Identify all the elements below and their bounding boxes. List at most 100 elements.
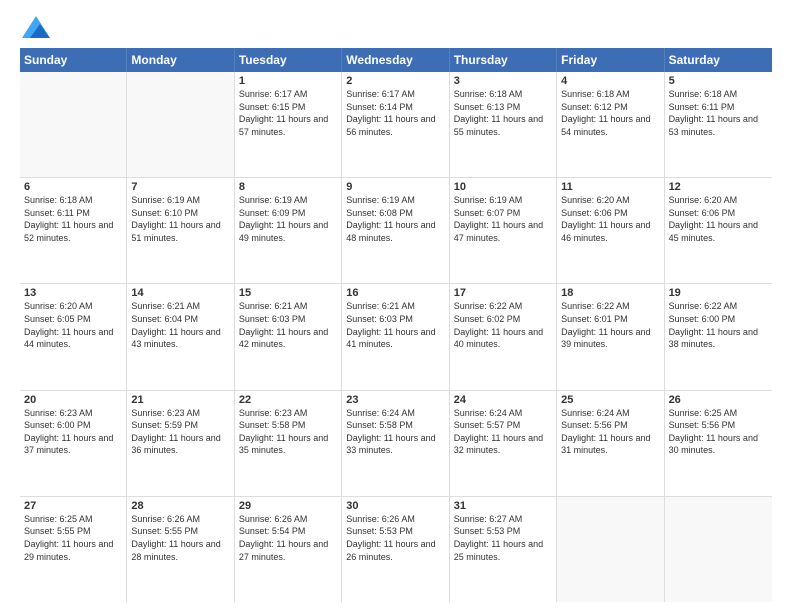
cell-info: Sunrise: 6:18 AMSunset: 6:11 PMDaylight:…	[24, 194, 122, 244]
day-cell-5: 5Sunrise: 6:18 AMSunset: 6:11 PMDaylight…	[665, 72, 772, 177]
day-header-sunday: Sunday	[20, 48, 127, 72]
day-number: 2	[346, 75, 444, 87]
day-cell-6: 6Sunrise: 6:18 AMSunset: 6:11 PMDaylight…	[20, 178, 127, 283]
cell-info: Sunrise: 6:17 AMSunset: 6:14 PMDaylight:…	[346, 88, 444, 138]
day-cell-27: 27Sunrise: 6:25 AMSunset: 5:55 PMDayligh…	[20, 497, 127, 602]
calendar-body: 1Sunrise: 6:17 AMSunset: 6:15 PMDaylight…	[20, 72, 772, 602]
empty-cell	[127, 72, 234, 177]
day-cell-11: 11Sunrise: 6:20 AMSunset: 6:06 PMDayligh…	[557, 178, 664, 283]
day-number: 13	[24, 287, 122, 299]
cell-info: Sunrise: 6:24 AMSunset: 5:58 PMDaylight:…	[346, 407, 444, 457]
cell-info: Sunrise: 6:25 AMSunset: 5:56 PMDaylight:…	[669, 407, 768, 457]
day-cell-3: 3Sunrise: 6:18 AMSunset: 6:13 PMDaylight…	[450, 72, 557, 177]
cell-info: Sunrise: 6:20 AMSunset: 6:05 PMDaylight:…	[24, 300, 122, 350]
cell-info: Sunrise: 6:26 AMSunset: 5:55 PMDaylight:…	[131, 513, 229, 563]
cell-info: Sunrise: 6:17 AMSunset: 6:15 PMDaylight:…	[239, 88, 337, 138]
day-header-tuesday: Tuesday	[235, 48, 342, 72]
day-cell-13: 13Sunrise: 6:20 AMSunset: 6:05 PMDayligh…	[20, 284, 127, 389]
day-cell-20: 20Sunrise: 6:23 AMSunset: 6:00 PMDayligh…	[20, 391, 127, 496]
day-cell-22: 22Sunrise: 6:23 AMSunset: 5:58 PMDayligh…	[235, 391, 342, 496]
day-number: 10	[454, 181, 552, 193]
cell-info: Sunrise: 6:22 AMSunset: 6:02 PMDaylight:…	[454, 300, 552, 350]
cell-info: Sunrise: 6:19 AMSunset: 6:09 PMDaylight:…	[239, 194, 337, 244]
day-cell-24: 24Sunrise: 6:24 AMSunset: 5:57 PMDayligh…	[450, 391, 557, 496]
day-cell-8: 8Sunrise: 6:19 AMSunset: 6:09 PMDaylight…	[235, 178, 342, 283]
day-cell-23: 23Sunrise: 6:24 AMSunset: 5:58 PMDayligh…	[342, 391, 449, 496]
cell-info: Sunrise: 6:24 AMSunset: 5:57 PMDaylight:…	[454, 407, 552, 457]
day-cell-1: 1Sunrise: 6:17 AMSunset: 6:15 PMDaylight…	[235, 72, 342, 177]
day-number: 8	[239, 181, 337, 193]
day-cell-21: 21Sunrise: 6:23 AMSunset: 5:59 PMDayligh…	[127, 391, 234, 496]
cell-info: Sunrise: 6:23 AMSunset: 6:00 PMDaylight:…	[24, 407, 122, 457]
day-number: 17	[454, 287, 552, 299]
day-cell-29: 29Sunrise: 6:26 AMSunset: 5:54 PMDayligh…	[235, 497, 342, 602]
day-cell-4: 4Sunrise: 6:18 AMSunset: 6:12 PMDaylight…	[557, 72, 664, 177]
day-header-monday: Monday	[127, 48, 234, 72]
day-cell-18: 18Sunrise: 6:22 AMSunset: 6:01 PMDayligh…	[557, 284, 664, 389]
day-cell-25: 25Sunrise: 6:24 AMSunset: 5:56 PMDayligh…	[557, 391, 664, 496]
day-number: 15	[239, 287, 337, 299]
day-number: 28	[131, 500, 229, 512]
cell-info: Sunrise: 6:19 AMSunset: 6:07 PMDaylight:…	[454, 194, 552, 244]
day-number: 21	[131, 394, 229, 406]
day-cell-30: 30Sunrise: 6:26 AMSunset: 5:53 PMDayligh…	[342, 497, 449, 602]
day-number: 6	[24, 181, 122, 193]
logo-icon	[22, 16, 50, 38]
day-number: 14	[131, 287, 229, 299]
header	[20, 16, 772, 38]
cell-info: Sunrise: 6:26 AMSunset: 5:53 PMDaylight:…	[346, 513, 444, 563]
day-number: 25	[561, 394, 659, 406]
calendar-header: SundayMondayTuesdayWednesdayThursdayFrid…	[20, 48, 772, 72]
cell-info: Sunrise: 6:21 AMSunset: 6:04 PMDaylight:…	[131, 300, 229, 350]
day-cell-16: 16Sunrise: 6:21 AMSunset: 6:03 PMDayligh…	[342, 284, 449, 389]
cell-info: Sunrise: 6:22 AMSunset: 6:00 PMDaylight:…	[669, 300, 768, 350]
day-number: 16	[346, 287, 444, 299]
cell-info: Sunrise: 6:21 AMSunset: 6:03 PMDaylight:…	[346, 300, 444, 350]
cell-info: Sunrise: 6:20 AMSunset: 6:06 PMDaylight:…	[669, 194, 768, 244]
calendar: SundayMondayTuesdayWednesdayThursdayFrid…	[20, 48, 772, 602]
day-header-thursday: Thursday	[450, 48, 557, 72]
day-cell-26: 26Sunrise: 6:25 AMSunset: 5:56 PMDayligh…	[665, 391, 772, 496]
cell-info: Sunrise: 6:19 AMSunset: 6:08 PMDaylight:…	[346, 194, 444, 244]
day-number: 18	[561, 287, 659, 299]
day-number: 29	[239, 500, 337, 512]
calendar-week-5: 27Sunrise: 6:25 AMSunset: 5:55 PMDayligh…	[20, 497, 772, 602]
cell-info: Sunrise: 6:18 AMSunset: 6:11 PMDaylight:…	[669, 88, 768, 138]
cell-info: Sunrise: 6:20 AMSunset: 6:06 PMDaylight:…	[561, 194, 659, 244]
day-number: 7	[131, 181, 229, 193]
day-cell-2: 2Sunrise: 6:17 AMSunset: 6:14 PMDaylight…	[342, 72, 449, 177]
day-number: 30	[346, 500, 444, 512]
day-cell-9: 9Sunrise: 6:19 AMSunset: 6:08 PMDaylight…	[342, 178, 449, 283]
logo	[20, 16, 50, 38]
day-number: 27	[24, 500, 122, 512]
day-cell-14: 14Sunrise: 6:21 AMSunset: 6:04 PMDayligh…	[127, 284, 234, 389]
day-cell-10: 10Sunrise: 6:19 AMSunset: 6:07 PMDayligh…	[450, 178, 557, 283]
cell-info: Sunrise: 6:23 AMSunset: 5:59 PMDaylight:…	[131, 407, 229, 457]
page: SundayMondayTuesdayWednesdayThursdayFrid…	[0, 0, 792, 612]
empty-cell	[665, 497, 772, 602]
day-cell-15: 15Sunrise: 6:21 AMSunset: 6:03 PMDayligh…	[235, 284, 342, 389]
cell-info: Sunrise: 6:19 AMSunset: 6:10 PMDaylight:…	[131, 194, 229, 244]
day-number: 5	[669, 75, 768, 87]
empty-cell	[20, 72, 127, 177]
cell-info: Sunrise: 6:23 AMSunset: 5:58 PMDaylight:…	[239, 407, 337, 457]
day-number: 31	[454, 500, 552, 512]
day-number: 9	[346, 181, 444, 193]
day-cell-28: 28Sunrise: 6:26 AMSunset: 5:55 PMDayligh…	[127, 497, 234, 602]
day-cell-7: 7Sunrise: 6:19 AMSunset: 6:10 PMDaylight…	[127, 178, 234, 283]
calendar-week-3: 13Sunrise: 6:20 AMSunset: 6:05 PMDayligh…	[20, 284, 772, 390]
day-header-saturday: Saturday	[665, 48, 772, 72]
calendar-week-1: 1Sunrise: 6:17 AMSunset: 6:15 PMDaylight…	[20, 72, 772, 178]
empty-cell	[557, 497, 664, 602]
day-cell-12: 12Sunrise: 6:20 AMSunset: 6:06 PMDayligh…	[665, 178, 772, 283]
cell-info: Sunrise: 6:18 AMSunset: 6:12 PMDaylight:…	[561, 88, 659, 138]
day-cell-19: 19Sunrise: 6:22 AMSunset: 6:00 PMDayligh…	[665, 284, 772, 389]
cell-info: Sunrise: 6:27 AMSunset: 5:53 PMDaylight:…	[454, 513, 552, 563]
day-number: 19	[669, 287, 768, 299]
day-number: 23	[346, 394, 444, 406]
day-header-friday: Friday	[557, 48, 664, 72]
day-number: 1	[239, 75, 337, 87]
day-number: 3	[454, 75, 552, 87]
cell-info: Sunrise: 6:24 AMSunset: 5:56 PMDaylight:…	[561, 407, 659, 457]
day-number: 26	[669, 394, 768, 406]
